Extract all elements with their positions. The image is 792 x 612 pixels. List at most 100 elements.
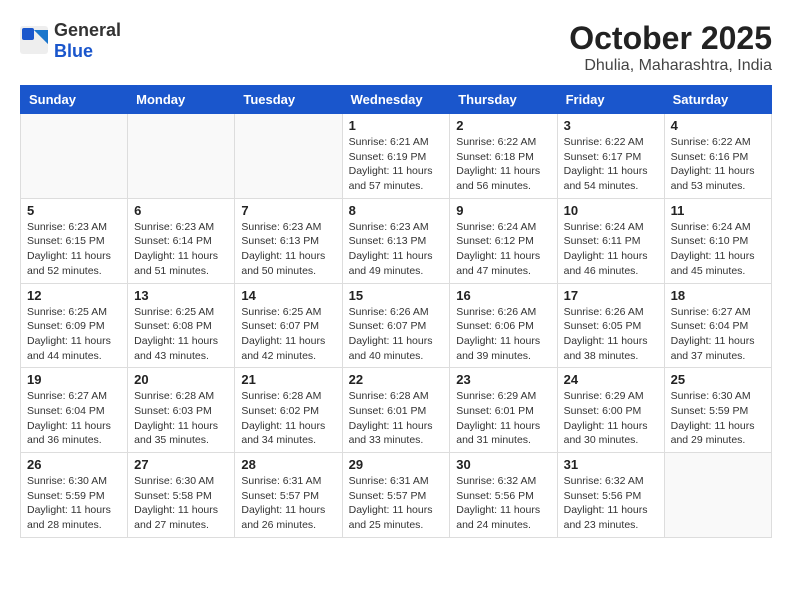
day-number: 23	[456, 372, 550, 387]
day-info: Sunrise: 6:23 AM Sunset: 6:13 PM Dayligh…	[349, 220, 444, 279]
calendar-cell: 23 Sunrise: 6:29 AM Sunset: 6:01 PM Dayli…	[450, 368, 557, 453]
day-number: 13	[134, 288, 228, 303]
day-info: Sunrise: 6:25 AM Sunset: 6:08 PM Dayligh…	[134, 305, 228, 364]
calendar-cell: 8 Sunrise: 6:23 AM Sunset: 6:13 PM Daylig…	[342, 198, 450, 283]
day-number: 12	[27, 288, 121, 303]
weekday-header-friday: Friday	[557, 86, 664, 114]
day-info: Sunrise: 6:22 AM Sunset: 6:16 PM Dayligh…	[671, 135, 765, 194]
calendar-cell: 16 Sunrise: 6:26 AM Sunset: 6:06 PM Dayli…	[450, 283, 557, 368]
day-number: 27	[134, 457, 228, 472]
calendar-cell: 30 Sunrise: 6:32 AM Sunset: 5:56 PM Dayli…	[450, 453, 557, 538]
day-info: Sunrise: 6:31 AM Sunset: 5:57 PM Dayligh…	[349, 474, 444, 533]
day-info: Sunrise: 6:28 AM Sunset: 6:01 PM Dayligh…	[349, 389, 444, 448]
calendar-cell: 25Sunrise: 6:30 AM Sunset: 5:59 PM Dayli…	[664, 368, 771, 453]
calendar-cell: 17 Sunrise: 6:26 AM Sunset: 6:05 PM Dayli…	[557, 283, 664, 368]
calendar-cell: 6 Sunrise: 6:23 AM Sunset: 6:14 PM Daylig…	[128, 198, 235, 283]
location-title: Dhulia, Maharashtra, India	[569, 57, 772, 75]
day-number: 2	[456, 118, 550, 133]
weekday-header-monday: Monday	[128, 86, 235, 114]
day-info: Sunrise: 6:27 AM Sunset: 6:04 PM Dayligh…	[27, 389, 121, 448]
day-number: 19	[27, 372, 121, 387]
calendar-cell: 10 Sunrise: 6:24 AM Sunset: 6:11 PM Dayli…	[557, 198, 664, 283]
day-info: Sunrise: 6:24 AM Sunset: 6:12 PM Dayligh…	[456, 220, 550, 279]
calendar-cell: 29 Sunrise: 6:31 AM Sunset: 5:57 PM Dayli…	[342, 453, 450, 538]
day-number: 29	[349, 457, 444, 472]
day-number: 10	[564, 203, 658, 218]
day-info: Sunrise: 6:24 AM Sunset: 6:10 PM Dayligh…	[671, 220, 765, 279]
day-info: Sunrise: 6:24 AM Sunset: 6:11 PM Dayligh…	[564, 220, 658, 279]
day-number: 15	[349, 288, 444, 303]
weekday-header-tuesday: Tuesday	[235, 86, 342, 114]
page-header: General Blue October 2025 Dhulia, Mahara…	[20, 20, 772, 75]
day-number: 6	[134, 203, 228, 218]
calendar-cell: 2 Sunrise: 6:22 AM Sunset: 6:18 PM Daylig…	[450, 114, 557, 199]
calendar-table: SundayMondayTuesdayWednesdayThursdayFrid…	[20, 85, 772, 538]
day-number: 5	[27, 203, 121, 218]
weekday-header-wednesday: Wednesday	[342, 86, 450, 114]
day-number: 11	[671, 203, 765, 218]
day-info: Sunrise: 6:31 AM Sunset: 5:57 PM Dayligh…	[241, 474, 335, 533]
calendar-cell: 22 Sunrise: 6:28 AM Sunset: 6:01 PM Dayli…	[342, 368, 450, 453]
calendar-week-row: 26 Sunrise: 6:30 AM Sunset: 5:59 PM Dayli…	[21, 453, 772, 538]
day-number: 20	[134, 372, 228, 387]
title-section: October 2025 Dhulia, Maharashtra, India	[569, 20, 772, 75]
day-info: Sunrise: 6:30 AM Sunset: 5:58 PM Dayligh…	[134, 474, 228, 533]
calendar-cell	[664, 453, 771, 538]
logo-text-blue: Blue	[54, 41, 93, 61]
day-info: Sunrise: 6:30 AM Sunset: 5:59 PM Dayligh…	[27, 474, 121, 533]
calendar-cell: 1 Sunrise: 6:21 AM Sunset: 6:19 PM Daylig…	[342, 114, 450, 199]
day-info: Sunrise: 6:21 AM Sunset: 6:19 PM Dayligh…	[349, 135, 444, 194]
calendar-cell: 24 Sunrise: 6:29 AM Sunset: 6:00 PM Dayli…	[557, 368, 664, 453]
day-number: 24	[564, 372, 658, 387]
day-number: 7	[241, 203, 335, 218]
calendar-cell: 18 Sunrise: 6:27 AM Sunset: 6:04 PM Dayli…	[664, 283, 771, 368]
day-number: 8	[349, 203, 444, 218]
day-info: Sunrise: 6:23 AM Sunset: 6:14 PM Dayligh…	[134, 220, 228, 279]
day-info: Sunrise: 6:22 AM Sunset: 6:18 PM Dayligh…	[456, 135, 550, 194]
month-title: October 2025	[569, 20, 772, 57]
day-info: Sunrise: 6:30 AM Sunset: 5:59 PM Dayligh…	[671, 389, 765, 448]
calendar-cell: 3Sunrise: 6:22 AM Sunset: 6:17 PM Daylig…	[557, 114, 664, 199]
day-info: Sunrise: 6:23 AM Sunset: 6:15 PM Dayligh…	[27, 220, 121, 279]
calendar-cell: 26 Sunrise: 6:30 AM Sunset: 5:59 PM Dayli…	[21, 453, 128, 538]
calendar-cell: 19 Sunrise: 6:27 AM Sunset: 6:04 PM Dayli…	[21, 368, 128, 453]
day-info: Sunrise: 6:29 AM Sunset: 6:00 PM Dayligh…	[564, 389, 658, 448]
calendar-cell: 13 Sunrise: 6:25 AM Sunset: 6:08 PM Dayli…	[128, 283, 235, 368]
day-number: 4	[671, 118, 765, 133]
weekday-header-row: SundayMondayTuesdayWednesdayThursdayFrid…	[21, 86, 772, 114]
day-number: 14	[241, 288, 335, 303]
day-number: 16	[456, 288, 550, 303]
day-info: Sunrise: 6:26 AM Sunset: 6:07 PM Dayligh…	[349, 305, 444, 364]
day-number: 21	[241, 372, 335, 387]
day-number: 1	[349, 118, 444, 133]
day-info: Sunrise: 6:28 AM Sunset: 6:03 PM Dayligh…	[134, 389, 228, 448]
day-number: 30	[456, 457, 550, 472]
calendar-week-row: 1 Sunrise: 6:21 AM Sunset: 6:19 PM Daylig…	[21, 114, 772, 199]
day-number: 22	[349, 372, 444, 387]
day-info: Sunrise: 6:27 AM Sunset: 6:04 PM Dayligh…	[671, 305, 765, 364]
calendar-cell: 28 Sunrise: 6:31 AM Sunset: 5:57 PM Dayli…	[235, 453, 342, 538]
weekday-header-sunday: Sunday	[21, 86, 128, 114]
logo-text-general: General	[54, 20, 121, 40]
calendar-cell: 4 Sunrise: 6:22 AM Sunset: 6:16 PM Daylig…	[664, 114, 771, 199]
day-number: 18	[671, 288, 765, 303]
calendar-week-row: 5 Sunrise: 6:23 AM Sunset: 6:15 PM Daylig…	[21, 198, 772, 283]
calendar-cell	[235, 114, 342, 199]
day-number: 9	[456, 203, 550, 218]
calendar-cell: 7Sunrise: 6:23 AM Sunset: 6:13 PM Daylig…	[235, 198, 342, 283]
day-number: 31	[564, 457, 658, 472]
day-info: Sunrise: 6:26 AM Sunset: 6:05 PM Dayligh…	[564, 305, 658, 364]
day-info: Sunrise: 6:32 AM Sunset: 5:56 PM Dayligh…	[456, 474, 550, 533]
day-info: Sunrise: 6:29 AM Sunset: 6:01 PM Dayligh…	[456, 389, 550, 448]
calendar-cell: 27 Sunrise: 6:30 AM Sunset: 5:58 PM Dayli…	[128, 453, 235, 538]
day-number: 28	[241, 457, 335, 472]
logo-icon	[20, 26, 50, 56]
calendar-cell: 15 Sunrise: 6:26 AM Sunset: 6:07 PM Dayli…	[342, 283, 450, 368]
weekday-header-thursday: Thursday	[450, 86, 557, 114]
calendar-cell: 5 Sunrise: 6:23 AM Sunset: 6:15 PM Daylig…	[21, 198, 128, 283]
day-number: 26	[27, 457, 121, 472]
day-number: 17	[564, 288, 658, 303]
day-info: Sunrise: 6:26 AM Sunset: 6:06 PM Dayligh…	[456, 305, 550, 364]
calendar-week-row: 19 Sunrise: 6:27 AM Sunset: 6:04 PM Dayli…	[21, 368, 772, 453]
day-info: Sunrise: 6:28 AM Sunset: 6:02 PM Dayligh…	[241, 389, 335, 448]
